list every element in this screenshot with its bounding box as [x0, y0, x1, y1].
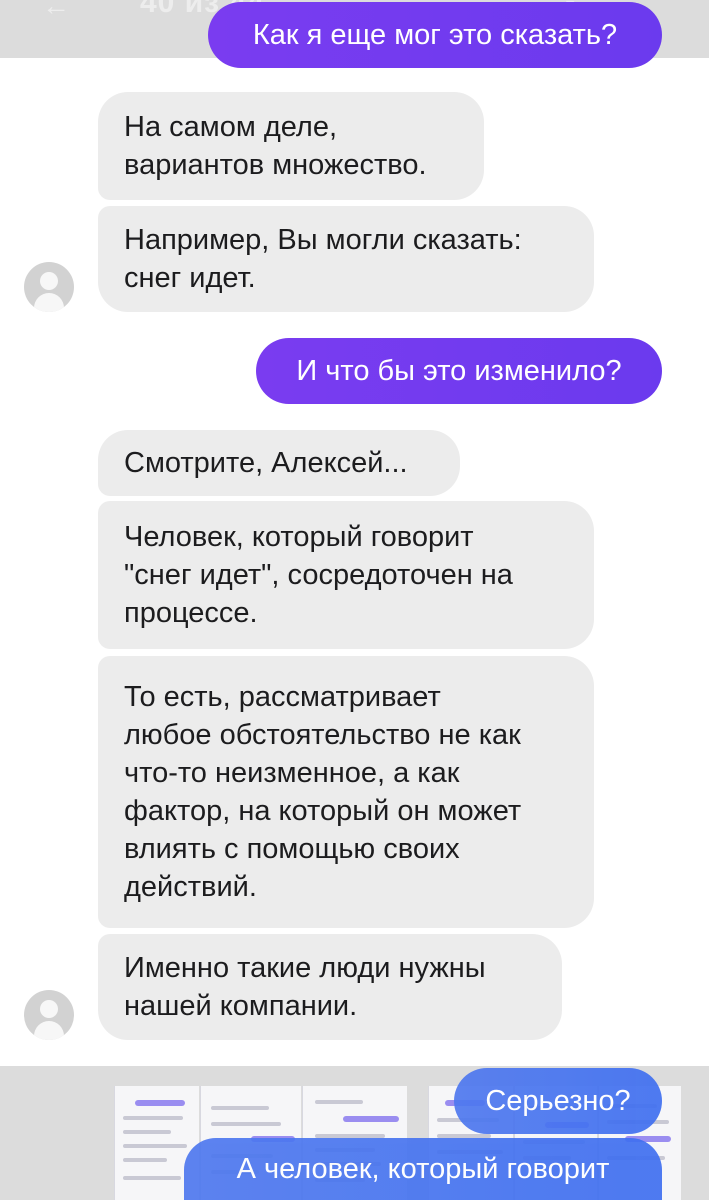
message-line: действий. [124, 871, 257, 903]
message-line: фактор, на который он может [124, 795, 522, 827]
incoming-message[interactable]: Например, Вы могли сказать: снег идет. [98, 206, 594, 312]
incoming-message[interactable]: Именно такие люди нужны нашей компании. [98, 934, 562, 1040]
message-line: Например, Вы могли сказать: [124, 224, 522, 256]
bot-avatar-icon [24, 990, 74, 1040]
outgoing-message[interactable]: Как я еще мог это сказать? [208, 2, 662, 68]
incoming-message[interactable]: Человек, который говорит "снег идет", со… [98, 501, 594, 649]
message-line: снег идет. [124, 262, 256, 294]
message-line: любое обстоятельство не как [124, 719, 521, 751]
message-text: И что бы это изменило? [296, 355, 622, 387]
message-line: Человек, который говорит [124, 521, 474, 553]
message-line: что-то неизменное, а как [124, 757, 460, 789]
message-line: Именно такие люди нужны [124, 952, 486, 984]
message-text: Смотрите, Алексей... [124, 447, 408, 479]
message-text: А человек, который говорит [236, 1153, 610, 1185]
back-arrow-icon[interactable]: ← [42, 0, 72, 21]
message-line: влиять с помощью своих [124, 833, 460, 865]
message-text: Серьезно? [485, 1085, 631, 1117]
incoming-message[interactable]: То есть, рассматривает любое обстоятельс… [98, 656, 594, 928]
message-line: То есть, рассматривает [124, 681, 441, 713]
message-line: На самом деле, [124, 111, 338, 143]
message-line: процессе. [124, 597, 258, 629]
incoming-message[interactable]: Смотрите, Алексей... [98, 430, 460, 496]
bot-avatar-icon [24, 262, 74, 312]
outgoing-message[interactable]: И что бы это изменило? [256, 338, 662, 404]
message-line: вариантов множество. [124, 149, 427, 181]
overlay-reply-bubble[interactable]: А человек, который говорит [184, 1138, 662, 1200]
message-text: Как я еще мог это сказать? [252, 19, 618, 51]
message-line: нашей компании. [124, 990, 358, 1022]
overlay-reply-bubble[interactable]: Серьезно? [454, 1068, 662, 1134]
message-line: "снег идет", сосредоточен на [124, 559, 513, 591]
incoming-message[interactable]: На самом деле, вариантов множество. [98, 92, 484, 200]
